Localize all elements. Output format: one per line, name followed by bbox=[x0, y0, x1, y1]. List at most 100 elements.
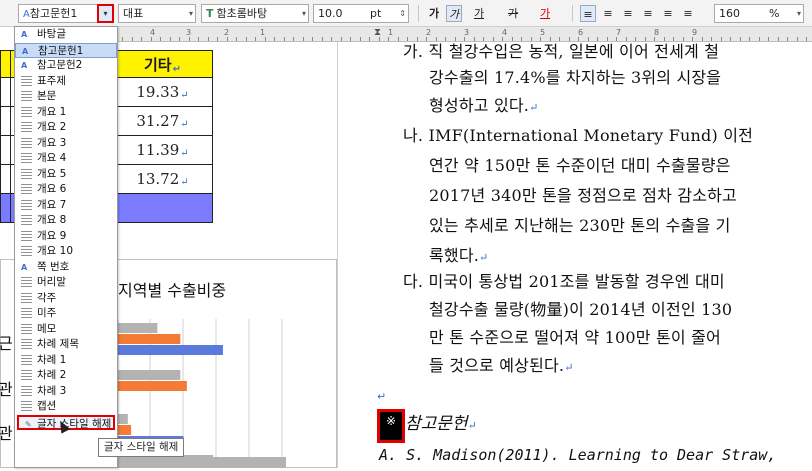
ruler-tick bbox=[340, 37, 342, 41]
style-list-item[interactable]: 머리말 bbox=[15, 275, 117, 291]
paragraph-mark-icon: ↵ bbox=[180, 90, 189, 101]
style-list-item[interactable]: 각주 bbox=[15, 291, 117, 307]
style-list-item[interactable]: A 쪽 번호 bbox=[15, 260, 117, 276]
formatting-toolbar: A참고문헌1 ▾ 대표 ▾ T 함초롬바탕 ▾ 10.0 pt ⇕ 가 가 가 가 가 ≡… bbox=[0, 0, 812, 27]
style-list-item[interactable]: A 참고문헌1 bbox=[15, 42, 117, 58]
style-list-item[interactable]: 개요 8 bbox=[15, 213, 117, 229]
strikethrough-button[interactable]: 가 bbox=[502, 5, 524, 22]
reference-heading[interactable]: 참고문헌↵ bbox=[405, 409, 477, 434]
style-list-item[interactable]: 차례 2 bbox=[15, 368, 117, 384]
table-cell: 11.39↵ bbox=[112, 135, 213, 165]
align-distribute-icon[interactable]: ≡ bbox=[660, 5, 676, 22]
ruler-tick bbox=[388, 37, 389, 41]
document-line[interactable]: 강수출의 17.4%를 차지하는 3위의 시장을 bbox=[429, 64, 721, 88]
toolbar-divider bbox=[572, 5, 573, 22]
style-list-item[interactable]: 개요 10 bbox=[15, 244, 117, 260]
style-list-item[interactable]: 차례 제목 bbox=[15, 337, 117, 353]
bold-button[interactable]: 가 bbox=[426, 5, 442, 22]
style-item-label: 개요 9 bbox=[37, 229, 67, 242]
style-list-item[interactable]: 미주 bbox=[15, 306, 117, 322]
style-item-label: 개요 2 bbox=[37, 121, 67, 133]
chart-category-label: 관 bbox=[0, 424, 13, 443]
style-list-item[interactable]: 개요 9 bbox=[15, 229, 117, 245]
font-language-value: 대표 bbox=[123, 7, 144, 20]
italic-button[interactable]: 가 bbox=[446, 5, 462, 22]
paragraph-style-icon bbox=[21, 215, 32, 226]
style-list-item[interactable]: 개요 3 bbox=[15, 136, 117, 152]
style-icon: A bbox=[23, 9, 30, 20]
font-language-select[interactable]: 대표 ▾ bbox=[118, 4, 196, 23]
paragraph-style-icon bbox=[21, 106, 32, 118]
document-line[interactable]: 철강수출 물량(物量)이 2014년 이전인 130 bbox=[429, 296, 732, 320]
style-list-item[interactable]: 표주제 bbox=[15, 74, 117, 90]
style-dropdown-button[interactable]: ▾ bbox=[97, 4, 114, 23]
ruler-tick bbox=[331, 37, 332, 41]
line-text: 다. 미국이 통상법 201조를 발동할 경우엔 대미 bbox=[403, 272, 725, 291]
style-dropdown-list[interactable]: A 바탕글 A 참고문헌1 A 참고문헌2 표주제 본문 개요 1 개요 2 개요 3 개요 4 개요 … bbox=[14, 26, 118, 468]
line-text: 2017년 340만 톤을 정점으로 점차 감소하고 bbox=[429, 186, 737, 205]
right-page[interactable]: 가. 직 철강수입은 농적, 일본에 이어 전세계 철 강수출의 17.4%를 차… bbox=[367, 42, 812, 468]
style-list-item[interactable]: 개요 4 bbox=[15, 151, 117, 167]
document-line[interactable]: 만 톤 수준으로 떨어져 약 100만 톤이 줄어 bbox=[429, 324, 721, 348]
underline-button[interactable]: 가 bbox=[468, 5, 490, 22]
ruler-number: 2 bbox=[224, 28, 230, 37]
font-size-input[interactable]: 10.0 pt ⇕ bbox=[313, 4, 409, 23]
align-right-icon[interactable]: ≡ bbox=[640, 5, 656, 22]
ruler-tick bbox=[141, 37, 142, 41]
style-item-label: 차례 3 bbox=[37, 384, 67, 397]
style-item-label: 차례 2 bbox=[37, 369, 67, 381]
table-cell: 31.27↵ bbox=[112, 106, 213, 136]
paragraph-style-icon bbox=[21, 277, 32, 288]
ruler-tick bbox=[169, 37, 171, 41]
style-item-label: 개요 6 bbox=[37, 183, 67, 195]
paragraph-style-icon bbox=[21, 122, 32, 133]
spinner-icon[interactable]: ⇕ bbox=[399, 5, 406, 22]
align-justify-icon[interactable]: ≡ bbox=[580, 5, 596, 22]
align-divide-icon[interactable]: ≡ bbox=[680, 5, 696, 22]
eraser-icon: ✎ bbox=[25, 419, 32, 429]
style-list-item[interactable]: 캡션 bbox=[15, 399, 117, 415]
document-line[interactable]: 2017년 340만 톤을 정점으로 점차 감소하고 bbox=[429, 182, 737, 206]
document-line[interactable]: 연간 약 150만 톤 수준이던 대미 수출물량은 bbox=[429, 152, 731, 176]
ruler-tick bbox=[768, 37, 769, 41]
indent-marker-icon[interactable]: ⧗ bbox=[374, 27, 381, 38]
ruler-number: 8 bbox=[654, 28, 660, 37]
style-select[interactable]: A참고문헌1 bbox=[18, 4, 98, 23]
style-list-item[interactable]: 개요 7 bbox=[15, 198, 117, 214]
document-line[interactable]: 록했다.↵ bbox=[429, 242, 488, 266]
document-line[interactable]: 나. IMF(International Monetary Fund) 이전 bbox=[403, 122, 753, 146]
chart-bar bbox=[118, 323, 158, 333]
font-color-button[interactable]: 가 bbox=[534, 5, 556, 22]
style-list-item[interactable]: 본문 bbox=[15, 89, 117, 105]
paragraph-style-icon bbox=[21, 401, 32, 412]
style-list-item[interactable]: 개요 5 bbox=[15, 167, 117, 183]
align-center-icon[interactable]: ≡ bbox=[620, 5, 636, 22]
zoom-select[interactable]: 160% ▾ bbox=[714, 4, 804, 23]
zoom-unit: % bbox=[769, 7, 780, 20]
style-item-label: 쪽 번호 bbox=[37, 260, 70, 273]
document-line[interactable]: 가. 직 철강수입은 농적, 일본에 이어 전세계 철 bbox=[403, 38, 719, 62]
reference-symbol-box[interactable]: ※ bbox=[377, 409, 405, 443]
document-line[interactable]: 다. 미국이 통상법 201조를 발동할 경우엔 대미 bbox=[403, 268, 725, 292]
align-left-icon[interactable]: ≡ bbox=[600, 5, 616, 22]
style-list-item[interactable]: 개요 1 bbox=[15, 105, 117, 121]
chevron-down-icon: ▾ bbox=[188, 9, 193, 18]
toolbar-divider bbox=[418, 5, 419, 22]
style-list-item[interactable]: 차례 1 bbox=[15, 353, 117, 369]
ruler-number: 6 bbox=[578, 28, 584, 37]
style-list-item[interactable]: A 바탕글 bbox=[15, 27, 117, 43]
document-line[interactable]: 형성하고 있다.↵ bbox=[429, 92, 539, 116]
style-list-item[interactable]: 개요 6 bbox=[15, 182, 117, 198]
reference-entry[interactable]: A. S. Madison(2011). Learning to Dear St… bbox=[379, 446, 776, 464]
style-list-item[interactable]: 차례 3 bbox=[15, 384, 117, 400]
style-item-label: 개요 1 bbox=[37, 105, 67, 118]
style-list-item[interactable]: A 참고문헌2 bbox=[15, 58, 117, 74]
style-list-item[interactable]: 메모 bbox=[15, 322, 117, 338]
ruler-tick bbox=[730, 37, 731, 41]
ruler-tick bbox=[122, 37, 123, 41]
document-line[interactable]: 있는 추세로 지난해는 230만 톤의 수출을 기 bbox=[429, 212, 731, 236]
document-line[interactable]: 들 것으로 예상된다.↵ bbox=[429, 352, 574, 376]
ruler-tick bbox=[179, 37, 180, 41]
style-list-item[interactable]: 개요 2 bbox=[15, 120, 117, 136]
font-name-select[interactable]: T 함초롬바탕 ▾ bbox=[201, 4, 309, 23]
